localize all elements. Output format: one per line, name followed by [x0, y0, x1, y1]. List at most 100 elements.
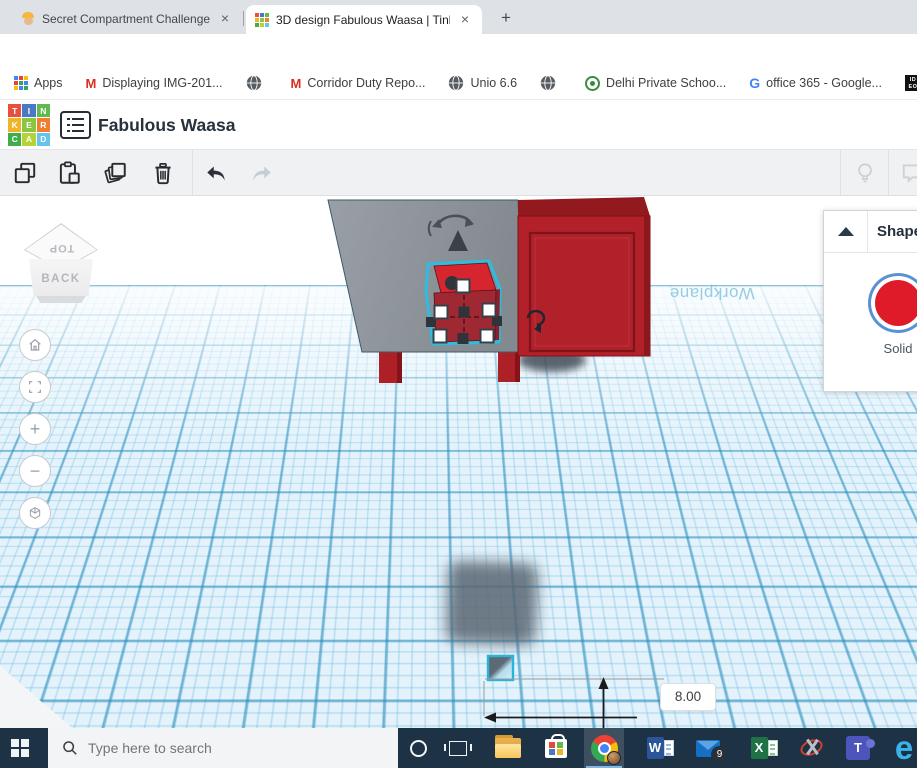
bookmark-displaying-img[interactable]: M Displaying IMG-201... [86, 76, 223, 91]
tinkercad-header: TINKERCAD Fabulous Waasa [0, 100, 917, 150]
bookmark-label: Delhi Private Schoo... [606, 76, 727, 90]
mail-button[interactable]: 9 [688, 728, 728, 768]
snipping-tool-button[interactable] [792, 728, 832, 768]
redo-icon [253, 166, 271, 181]
tab-close-icon[interactable]: × [457, 11, 473, 28]
design-title[interactable]: Fabulous Waasa [98, 100, 235, 150]
duplicate-button[interactable] [98, 157, 132, 189]
bookmark-apps[interactable]: Apps [14, 76, 63, 90]
tips-button[interactable] [848, 157, 882, 189]
microsoft-store-icon [545, 733, 567, 758]
home-view-button[interactable] [19, 329, 51, 361]
shape-color-swatch[interactable] [875, 280, 917, 326]
triangle-up-icon [837, 227, 854, 236]
tab-close-icon[interactable]: × [217, 11, 233, 27]
search-icon [63, 741, 77, 755]
view-cube-base [36, 296, 86, 303]
bookmark-corridor-duty[interactable]: M Corridor Duty Repo... [291, 76, 426, 91]
design-menu-button[interactable] [60, 111, 91, 139]
tab-separator [243, 11, 244, 26]
speech-bubble-icon [902, 164, 917, 183]
3d-viewport[interactable]: Workplane 8.00 TOP BACK + − Shap Solid [0, 196, 917, 728]
duplicate-icon [104, 162, 126, 184]
teams-button[interactable]: T [838, 728, 878, 768]
cabinet-body[interactable] [517, 197, 651, 357]
tab-tinkercad-design[interactable]: 3D design Fabulous Waasa | Tink × [246, 5, 482, 34]
screenshot-root: { "browser": { "tab_bar": { "tabs": [ { … [0, 0, 917, 768]
file-explorer-button[interactable] [488, 728, 528, 768]
chrome-icon [590, 734, 621, 765]
file-explorer-icon [495, 735, 521, 758]
shape-footprint[interactable] [486, 654, 515, 682]
task-view-button[interactable] [438, 728, 478, 768]
delete-button[interactable] [146, 157, 180, 189]
shape-inspector-panel: Shape Solid [823, 210, 917, 392]
snipping-tool-icon [798, 735, 826, 761]
edge-button[interactable]: e [884, 728, 917, 768]
google-g-icon: G [749, 75, 761, 91]
ideo-icon: ID EO [904, 75, 917, 91]
globe-icon [246, 75, 261, 91]
view-cube-back-face[interactable]: BACK [29, 259, 93, 296]
view-cube-top-label: TOP [48, 241, 74, 254]
teams-icon: T [846, 736, 875, 760]
copy-button[interactable] [8, 157, 42, 189]
gmail-icon: M [290, 75, 302, 91]
excel-button[interactable]: X [744, 728, 784, 768]
taskbar-search-box[interactable] [48, 728, 398, 768]
word-icon: W [646, 736, 674, 760]
bookmark-label: Apps [34, 76, 63, 90]
apps-grid-icon [14, 76, 28, 90]
bookmark-unio[interactable]: Unio 6.6 [448, 75, 517, 91]
solid-material-label[interactable]: Solid [824, 341, 917, 356]
tab-title: Secret Compartment Challenge - [42, 12, 210, 26]
shape-drop-shadow [446, 560, 538, 646]
redo-button[interactable] [244, 157, 278, 189]
perspective-toggle-button[interactable] [19, 497, 51, 529]
bookmarks-bar: Apps M Displaying IMG-201... M Corridor … [0, 67, 917, 100]
paste-icon [59, 161, 80, 184]
cabinet-legs [379, 352, 520, 383]
gmail-icon: M [85, 75, 97, 91]
windows-taskbar: W 9 X T e [0, 728, 917, 768]
editor-toolbar [0, 150, 917, 196]
zoom-out-button[interactable]: − [19, 455, 51, 487]
tab-secret-compartment[interactable]: Secret Compartment Challenge - × [12, 5, 242, 33]
mail-icon: 9 [696, 739, 728, 763]
view-cube[interactable]: TOP BACK [22, 218, 100, 306]
selected-shape[interactable] [424, 259, 502, 346]
dimension-value-field[interactable]: 8.00 [661, 684, 715, 710]
toolbar-divider [192, 150, 193, 195]
bookmark-delhi-school[interactable]: Delhi Private Schoo... [585, 75, 727, 91]
collapse-panel-button[interactable] [824, 211, 868, 252]
taskbar-search-input[interactable] [88, 740, 338, 756]
perspective-cube-icon [29, 507, 41, 519]
dimension-lines [483, 677, 664, 728]
zoom-in-button[interactable]: + [19, 413, 51, 445]
undo-icon [207, 166, 225, 181]
browser-tab-bar: Secret Compartment Challenge - × 3D desi… [0, 0, 917, 34]
fit-view-button[interactable] [19, 371, 51, 403]
bookmark-label: Corridor Duty Repo... [307, 76, 426, 90]
bookmark-label: Displaying IMG-201... [102, 76, 223, 90]
bookmark-ideo[interactable]: IDEO IDEO is a [904, 75, 917, 91]
word-button[interactable]: W [640, 728, 680, 768]
tinkercad-favicon [255, 12, 269, 27]
chrome-button-active[interactable] [584, 728, 624, 768]
microsoft-store-button[interactable] [536, 728, 576, 768]
start-button[interactable] [0, 728, 40, 768]
paste-button[interactable] [52, 157, 86, 189]
bookmark-label: office 365 - Google... [766, 76, 882, 90]
bookmark-office365[interactable]: G office 365 - Google... [749, 75, 882, 91]
cortana-button[interactable] [398, 728, 438, 768]
shape-panel-header: Shape [824, 211, 917, 253]
new-tab-button[interactable]: + [494, 8, 518, 28]
toolbar-divider [888, 150, 889, 195]
feedback-button[interactable] [896, 157, 917, 189]
bookmark-globe-2[interactable] [540, 75, 562, 91]
scene-objects [327, 197, 664, 728]
undo-button[interactable] [200, 157, 234, 189]
bookmark-globe-1[interactable] [246, 75, 268, 91]
tinkercad-logo[interactable]: TINKERCAD [8, 104, 50, 146]
mail-unread-badge: 9 [711, 745, 728, 763]
